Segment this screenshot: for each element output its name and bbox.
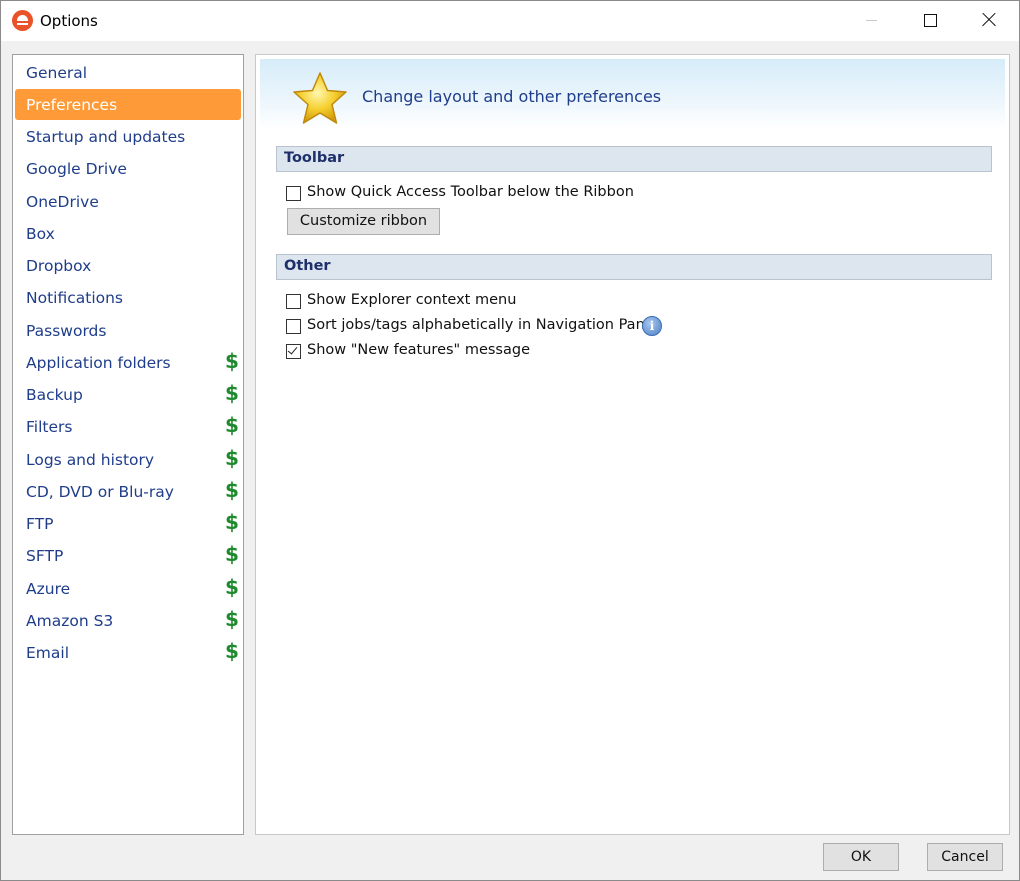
sidebar-item-label: Preferences [26, 96, 118, 114]
page-title: Change layout and other preferences [362, 87, 662, 106]
preferences-panel: Change layout and other preferences Tool… [255, 54, 1010, 835]
sidebar-item-label: General [26, 64, 88, 82]
sidebar-item-email[interactable]: Email $ [15, 637, 241, 668]
close-icon [982, 13, 996, 27]
sidebar-item-general[interactable]: General [15, 57, 241, 88]
page-header: Change layout and other preferences [260, 59, 1005, 129]
ok-button[interactable]: OK [823, 843, 899, 871]
sidebar-item-label: Startup and updates [26, 128, 186, 146]
section-header-toolbar: Toolbar [276, 146, 992, 172]
sort-alphabetically-checkbox[interactable] [286, 319, 301, 334]
sidebar-item-label: Email [26, 644, 70, 662]
maximize-button[interactable] [901, 1, 959, 41]
dollar-icon: $ [225, 607, 239, 631]
sidebar-item-label: FTP [26, 515, 54, 533]
customize-ribbon-button[interactable]: Customize ribbon [287, 208, 440, 235]
option-label: Show Quick Access Toolbar below the Ribb… [307, 184, 634, 200]
sidebar-item-label: CD, DVD or Blu-ray [26, 483, 174, 501]
maximize-icon [924, 14, 937, 27]
sidebar-item-label: Logs and history [26, 451, 155, 469]
title-bar[interactable]: Options [1, 1, 1019, 41]
sidebar-item-label: Google Drive [26, 160, 127, 178]
dollar-icon: $ [225, 639, 239, 663]
new-features-option[interactable]: Show "New features" message [286, 342, 586, 362]
sidebar-item-filters[interactable]: Filters $ [15, 411, 241, 442]
sidebar-item-passwords[interactable]: Passwords [15, 315, 241, 346]
option-label: Show Explorer context menu [307, 292, 517, 308]
sidebar-item-application-folders[interactable]: Application folders $ [15, 347, 241, 378]
sidebar-item-backup[interactable]: Backup $ [15, 379, 241, 410]
new-features-checkbox[interactable] [286, 344, 301, 359]
sidebar-item-startup-and-updates[interactable]: Startup and updates [15, 121, 241, 152]
window-title: Options [40, 12, 98, 30]
minimize-button[interactable] [843, 1, 901, 41]
dollar-icon: $ [225, 446, 239, 470]
sidebar-item-preferences[interactable]: Preferences [15, 89, 241, 120]
sidebar-item-label: Box [26, 225, 55, 243]
sidebar-item-cd-dvd-blu-ray[interactable]: CD, DVD or Blu-ray $ [15, 476, 241, 507]
option-label: Sort jobs/tags alphabetically in Navigat… [307, 317, 654, 333]
sidebar-item-label: OneDrive [26, 193, 99, 211]
star-icon [293, 72, 347, 124]
sidebar-item-box[interactable]: Box [15, 218, 241, 249]
quick-access-option[interactable]: Show Quick Access Toolbar below the Ribb… [286, 184, 686, 204]
app-logo-icon [12, 10, 33, 31]
sidebar-item-label: SFTP [26, 547, 64, 565]
explorer-context-checkbox[interactable] [286, 294, 301, 309]
option-label: Show "New features" message [307, 342, 530, 358]
sidebar-item-label: Azure [26, 580, 71, 598]
sidebar-nav: General Preferences Startup and updates … [12, 54, 244, 835]
section-title: Toolbar [284, 150, 345, 166]
options-window: Options General Preferences Startup and … [0, 0, 1020, 881]
sidebar-item-label: Application folders [26, 354, 171, 372]
section-header-other: Other [276, 254, 992, 280]
dollar-icon: $ [225, 381, 239, 405]
sidebar-item-label: Amazon S3 [26, 612, 114, 630]
dollar-icon: $ [225, 575, 239, 599]
cancel-button[interactable]: Cancel [927, 843, 1003, 871]
dollar-icon: $ [225, 542, 239, 566]
close-button[interactable] [960, 1, 1018, 41]
sidebar-item-logs-and-history[interactable]: Logs and history $ [15, 444, 241, 475]
sidebar-item-sftp[interactable]: SFTP $ [15, 540, 241, 571]
sidebar-item-ftp[interactable]: FTP $ [15, 508, 241, 539]
dollar-icon: $ [225, 510, 239, 534]
minimize-icon [866, 20, 877, 21]
sidebar-item-label: Filters [26, 418, 73, 436]
sidebar-item-azure[interactable]: Azure $ [15, 573, 241, 604]
sidebar-item-amazon-s3[interactable]: Amazon S3 $ [15, 605, 241, 636]
sidebar-item-dropbox[interactable]: Dropbox [15, 250, 241, 281]
sidebar-item-google-drive[interactable]: Google Drive [15, 153, 241, 184]
sidebar-item-label: Backup [26, 386, 83, 404]
sidebar-item-notifications[interactable]: Notifications [15, 282, 241, 313]
quick-access-checkbox[interactable] [286, 186, 301, 201]
explorer-context-option[interactable]: Show Explorer context menu [286, 292, 586, 312]
dollar-icon: $ [225, 478, 239, 502]
dollar-icon: $ [225, 349, 239, 373]
sidebar-item-label: Passwords [26, 322, 107, 340]
dollar-icon: $ [225, 413, 239, 437]
sidebar-item-label: Notifications [26, 289, 124, 307]
section-title: Other [284, 258, 331, 274]
sort-alphabetically-option[interactable]: Sort jobs/tags alphabetically in Navigat… [286, 317, 654, 337]
sidebar-item-onedrive[interactable]: OneDrive [15, 186, 241, 217]
sidebar-item-label: Dropbox [26, 257, 92, 275]
info-icon[interactable]: i [642, 316, 662, 336]
